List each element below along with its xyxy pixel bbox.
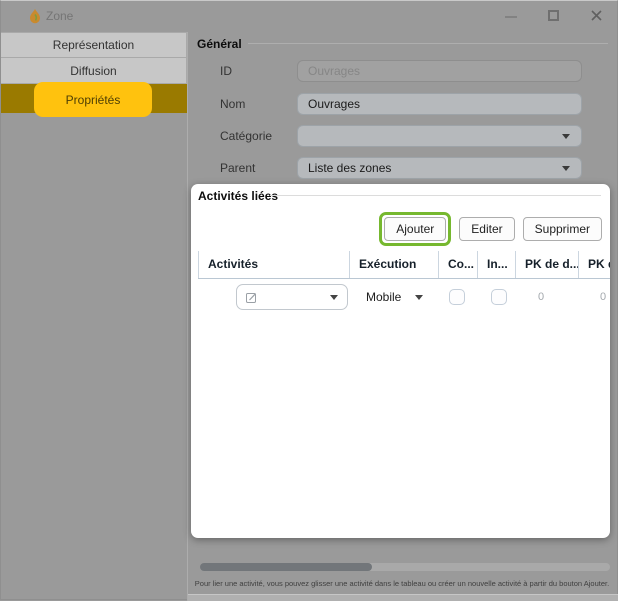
parent-label: Parent — [220, 157, 255, 179]
scrollbar-thumb[interactable] — [200, 563, 372, 571]
titlebar: Zone — [1, 1, 618, 31]
col-pk-fin: PK de... — [579, 251, 610, 278]
activites-toolbar: Ajouter Editer Supprimer — [379, 211, 602, 247]
id-label: ID — [220, 60, 232, 82]
col-execution: Exécution — [350, 251, 439, 278]
horizontal-scrollbar[interactable] — [200, 563, 610, 571]
field-row-categorie: Catégorie — [1, 125, 618, 147]
sidebar-divider — [187, 32, 188, 601]
general-section-title: Général — [197, 37, 242, 51]
ajouter-button[interactable]: Ajouter — [384, 217, 446, 241]
window-title: Zone — [46, 9, 73, 23]
table-row: Mobile 0 0 — [191, 279, 610, 317]
chevron-down-icon — [562, 166, 570, 171]
maximize-icon[interactable] — [534, 1, 574, 31]
close-icon[interactable] — [577, 1, 617, 31]
activites-rule — [270, 195, 601, 196]
ajouter-highlight-box: Ajouter — [379, 212, 451, 246]
nom-field[interactable]: Ouvrages — [297, 93, 582, 115]
field-row-id: ID Ouvrages — [1, 60, 618, 82]
zone-window: Zone Représentation Diffusion Propriétés… — [0, 0, 618, 600]
editer-button[interactable]: Editer — [459, 217, 514, 241]
field-row-nom: Nom Ouvrages — [1, 93, 618, 115]
supprimer-button[interactable]: Supprimer — [523, 217, 602, 241]
co-checkbox[interactable] — [449, 289, 465, 305]
activity-combobox[interactable] — [236, 284, 348, 310]
parent-dropdown[interactable]: Liste des zones — [297, 157, 582, 179]
app-flame-icon — [28, 8, 42, 25]
pk-fin-value: 0 — [600, 284, 606, 310]
minimize-icon[interactable] — [491, 1, 531, 31]
footer-hint: Pour lier une activité, vous pouvez glis… — [191, 579, 613, 588]
chevron-down-icon — [562, 134, 570, 139]
tab-representation[interactable]: Représentation — [1, 32, 187, 58]
chevron-down-icon — [330, 295, 338, 300]
execution-dropdown[interactable]: Mobile — [366, 284, 401, 310]
col-pk-debut: PK de d... — [516, 251, 579, 278]
activites-section-title: Activités liées — [198, 189, 278, 203]
pk-debut-value: 0 — [538, 284, 544, 310]
general-rule — [248, 43, 608, 44]
in-checkbox[interactable] — [491, 289, 507, 305]
col-co: Co... — [439, 251, 478, 278]
edit-icon — [245, 291, 258, 304]
activites-liees-panel: Activités liées Ajouter Editer Supprimer… — [191, 184, 610, 538]
field-row-parent: Parent Liste des zones — [1, 157, 618, 179]
id-field: Ouvrages — [297, 60, 582, 82]
table-header: Activités Exécution Co... In... PK de d.… — [198, 251, 610, 279]
nom-label: Nom — [220, 93, 245, 115]
chevron-down-icon[interactable] — [415, 295, 423, 300]
col-activites: Activités — [198, 251, 350, 278]
categorie-dropdown[interactable] — [297, 125, 582, 147]
col-in: In... — [478, 251, 516, 278]
categorie-label: Catégorie — [220, 125, 272, 147]
